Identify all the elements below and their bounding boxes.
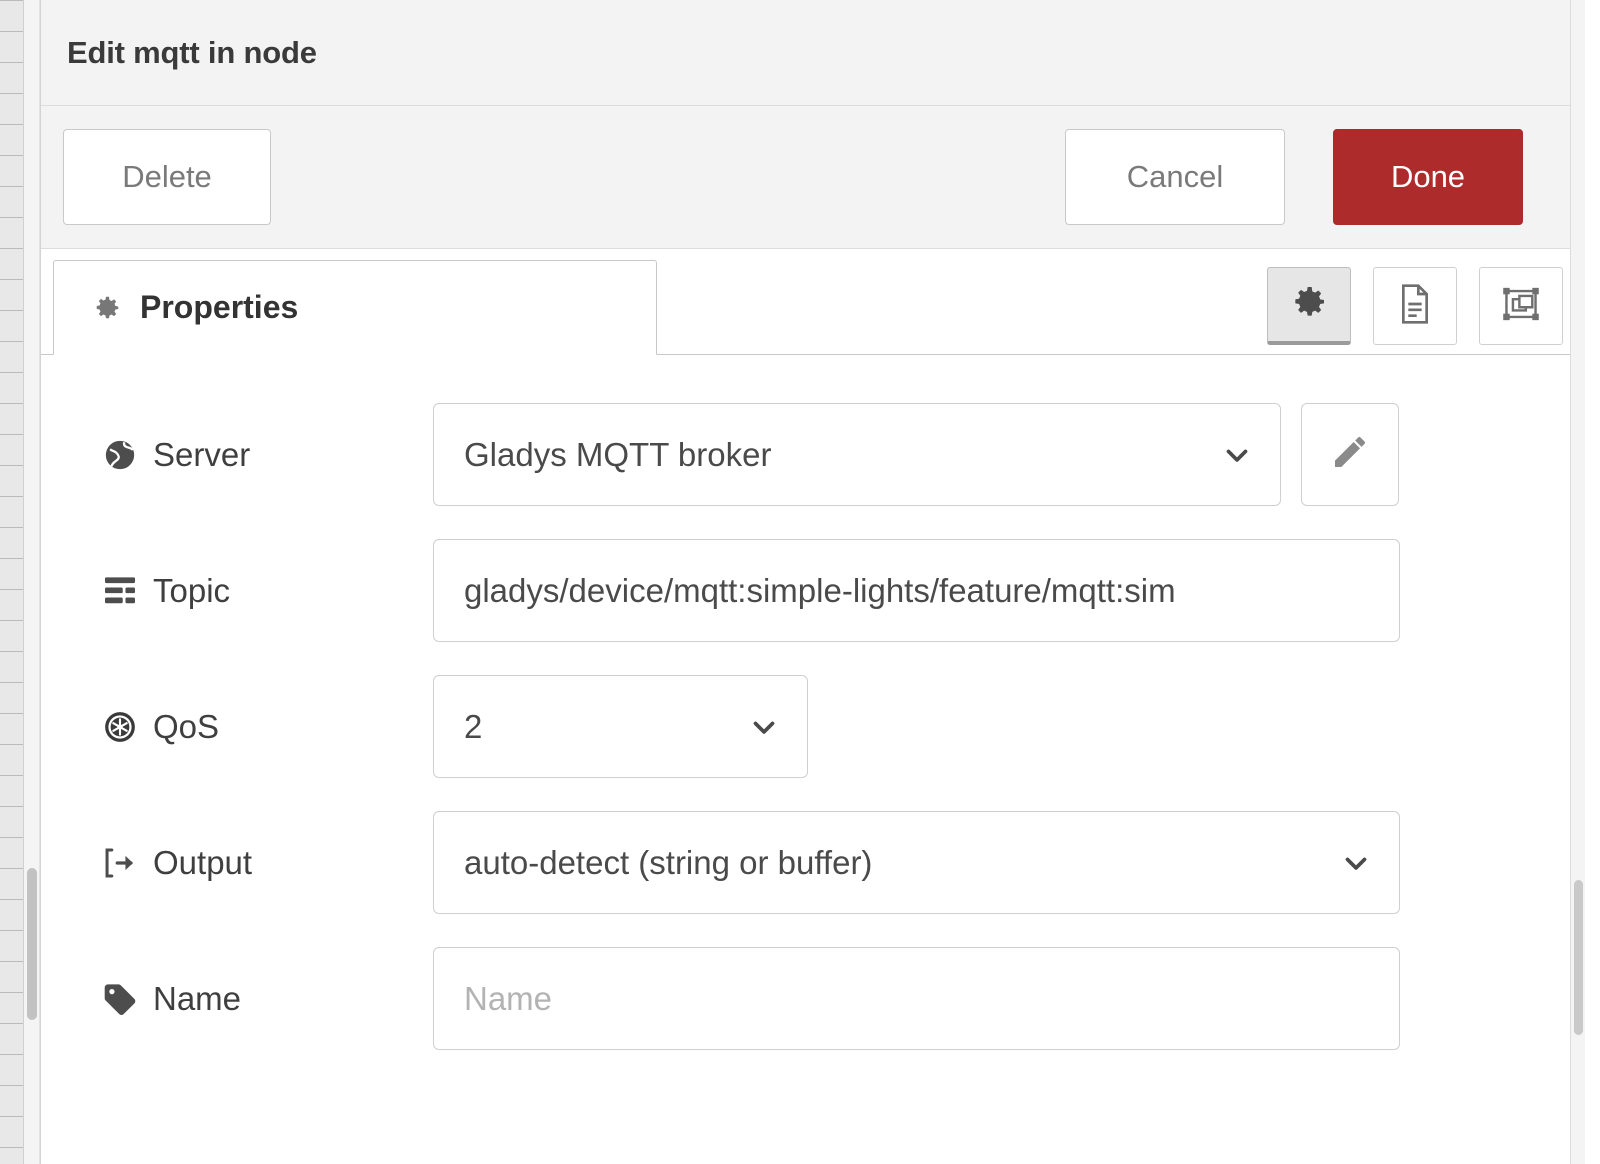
chevron-down-icon <box>1339 846 1373 880</box>
qos-select-value: 2 <box>464 708 482 746</box>
globe-icon <box>103 438 141 472</box>
properties-form: Server Gladys MQTT broker <box>41 355 1585 1164</box>
name-input[interactable]: Name <box>433 947 1400 1050</box>
topic-input[interactable]: gladys/device/mqtt:simple-lights/feature… <box>433 539 1400 642</box>
app-root: Edit mqtt in node Delete Cancel Done Pro… <box>0 0 1600 1164</box>
pencil-icon <box>1330 432 1370 477</box>
gear-icon <box>92 293 122 323</box>
tab-properties-label: Properties <box>140 289 298 326</box>
name-label-group: Name <box>103 980 433 1018</box>
tag-icon <box>103 983 141 1015</box>
server-select-value: Gladys MQTT broker <box>464 436 771 474</box>
dialog-vertical-scrollbar[interactable] <box>1570 0 1585 1164</box>
output-select-value: auto-detect (string or buffer) <box>464 844 872 882</box>
form-row-qos: QoS 2 <box>41 675 1585 778</box>
name-label: Name <box>153 980 241 1018</box>
dialog-header: Edit mqtt in node <box>41 0 1585 106</box>
list-icon <box>103 576 141 606</box>
canvas-scrollbar-thumb[interactable] <box>27 868 37 1020</box>
edit-server-button[interactable] <box>1301 403 1399 506</box>
done-button[interactable]: Done <box>1333 129 1523 225</box>
output-label: Output <box>153 844 252 882</box>
topic-label: Topic <box>153 572 230 610</box>
description-tool-button[interactable] <box>1373 267 1457 345</box>
topic-input-value: gladys/device/mqtt:simple-lights/feature… <box>464 572 1176 610</box>
document-icon <box>1395 282 1435 331</box>
sign-out-icon <box>103 848 141 878</box>
edit-node-dialog: Edit mqtt in node Delete Cancel Done Pro… <box>40 0 1585 1164</box>
appearance-tool-button[interactable] <box>1479 267 1563 345</box>
topic-label-group: Topic <box>103 572 433 610</box>
chevron-down-icon <box>1220 438 1254 472</box>
qos-label-group: QoS <box>103 708 433 746</box>
dialog-scrollbar-thumb[interactable] <box>1574 880 1583 1035</box>
appearance-icon <box>1500 284 1542 329</box>
chevron-down-icon <box>747 710 781 744</box>
gear-icon <box>1289 282 1329 327</box>
dialog-toolbar: Delete Cancel Done <box>41 106 1585 249</box>
server-label: Server <box>153 436 250 474</box>
server-label-group: Server <box>103 436 433 474</box>
page-title: Edit mqtt in node <box>67 35 317 71</box>
qos-label: QoS <box>153 708 219 746</box>
server-select[interactable]: Gladys MQTT broker <box>433 403 1281 506</box>
form-row-server: Server Gladys MQTT broker <box>41 403 1585 506</box>
properties-tool-button[interactable] <box>1267 267 1351 345</box>
output-label-group: Output <box>103 844 433 882</box>
canvas-vertical-scrollbar[interactable] <box>24 0 40 1164</box>
qos-select[interactable]: 2 <box>433 675 808 778</box>
asterisk-circle-icon <box>103 710 141 744</box>
tab-bar: Properties <box>41 249 1585 355</box>
form-row-topic: Topic gladys/device/mqtt:simple-lights/f… <box>41 539 1585 642</box>
form-row-name: Name Name <box>41 947 1585 1050</box>
tab-properties[interactable]: Properties <box>53 260 657 355</box>
flow-canvas-background <box>0 0 24 1164</box>
name-input-placeholder: Name <box>464 980 552 1018</box>
output-select[interactable]: auto-detect (string or buffer) <box>433 811 1400 914</box>
cancel-button[interactable]: Cancel <box>1065 129 1285 225</box>
form-row-output: Output auto-detect (string or buffer) <box>41 811 1585 914</box>
tab-tool-buttons <box>1267 267 1563 345</box>
delete-button[interactable]: Delete <box>63 129 271 225</box>
